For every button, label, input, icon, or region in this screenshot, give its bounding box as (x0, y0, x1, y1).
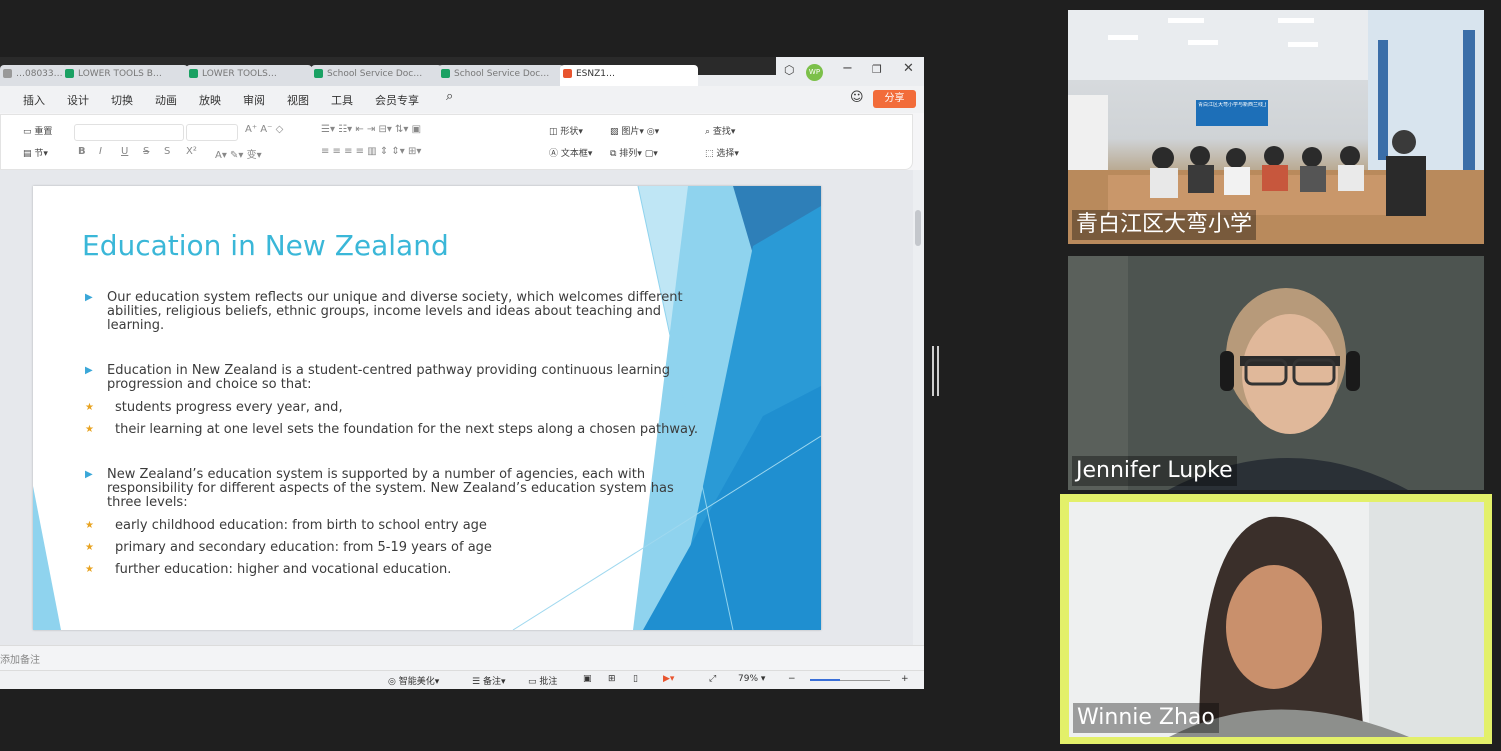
vertical-scrollbar[interactable] (913, 170, 924, 645)
menu-slideshow[interactable]: 放映 (199, 92, 221, 108)
star-bullet-icon: ★ (85, 542, 94, 553)
fit-window-icon[interactable]: ⤢ (709, 674, 716, 684)
zoom-level[interactable]: 79% ▾ (738, 674, 765, 684)
slide-subbullet: ★ their learning at one level sets the f… (85, 422, 698, 437)
grow-font-icon[interactable]: A⁺ A⁻ ◇ (245, 124, 283, 135)
doc-tab[interactable]: School Service Doc… (438, 65, 564, 86)
underline-button[interactable]: U (121, 146, 128, 157)
share-button[interactable]: 分享 (873, 90, 916, 108)
slide-title: Education in New Zealand (82, 229, 449, 262)
shadow-button[interactable]: S (164, 146, 170, 157)
slide-subbullet: ★ early childhood education: from birth … (85, 518, 487, 533)
list-icons[interactable]: ☰▾ ☷▾ ⇤ ⇥ ⊟▾ ⇅▾ ▣ (321, 124, 421, 135)
video-tile-active-speaker[interactable]: Winnie Zhao (1069, 502, 1484, 737)
cube-icon[interactable]: ⬡ (784, 63, 794, 77)
align-icons[interactable]: ≡ ≡ ≡ ≡ ▥ ⇕ ⇕▾ ⊞▾ (321, 146, 421, 157)
restore-icon[interactable]: ❐ (872, 63, 882, 76)
doc-icon (314, 69, 323, 78)
participant-name: 青白江区大弯小学 (1072, 210, 1257, 240)
star-bullet-icon: ★ (85, 424, 94, 435)
scroll-thumb[interactable] (915, 210, 921, 246)
star-bullet-icon: ★ (85, 564, 94, 575)
slide-bullet: ▶ Our education system reflects our uniq… (85, 290, 683, 333)
document-tab-bar: …08033… LOWER TOOLS B… LOWER TOOLS… Scho… (0, 57, 924, 86)
zoom-out-icon[interactable]: − (788, 674, 796, 684)
arrange-button[interactable]: ⧉ 排列▾ ▢▾ (610, 146, 658, 159)
close-icon[interactable]: ✕ (903, 61, 914, 76)
doc-icon (441, 69, 450, 78)
slide-bullet: ▶ Education in New Zealand is a student-… (85, 363, 671, 392)
doc-tab[interactable]: School Service Doc… (311, 65, 442, 86)
reading-view-icon[interactable]: ▯ (633, 674, 638, 684)
doc-icon (65, 69, 74, 78)
person-video-frame (1068, 256, 1484, 490)
classroom-video-frame (1068, 10, 1484, 244)
slide-bullet: ▶ New Zealand’s education system is supp… (85, 467, 674, 510)
play-slideshow-icon[interactable]: ▶▾ (663, 674, 674, 684)
notes-placeholder: 添加备注 (0, 655, 40, 666)
font-size-select[interactable] (186, 124, 238, 141)
menu-tools[interactable]: 工具 (331, 92, 353, 108)
slide-subbullet: ★ students progress every year, and, (85, 400, 343, 415)
doc-icon (3, 69, 12, 78)
doc-tab[interactable]: LOWER TOOLS… (186, 65, 312, 86)
user-avatar[interactable]: WP (806, 64, 823, 81)
slide-sorter-icon[interactable]: ⊞ (608, 674, 616, 684)
reset-button[interactable]: ▭ 重置 (23, 124, 52, 137)
doc-tab-active[interactable]: ESNZ1… (560, 65, 698, 86)
zoom-slider-fill (810, 679, 840, 681)
notes-pane[interactable]: 添加备注 (0, 645, 924, 671)
section-button[interactable]: ▤ 节▾ (23, 146, 48, 159)
italic-button[interactable]: I (99, 146, 102, 157)
menu-animation[interactable]: 动画 (155, 92, 177, 108)
menu-transition[interactable]: 切换 (111, 92, 133, 108)
menu-insert[interactable]: 插入 (23, 92, 45, 108)
doc-icon (189, 69, 198, 78)
picture-button[interactable]: ▨ 图片▾ ◎▾ (610, 124, 659, 137)
shape-button[interactable]: ◫ 形状▾ (549, 124, 583, 137)
strike-button[interactable]: S (143, 146, 149, 157)
triangle-bullet-icon: ▶ (85, 292, 93, 303)
menu-design[interactable]: 设计 (67, 92, 89, 108)
slide-canvas[interactable]: Education in New Zealand ▶ Our education… (33, 186, 821, 630)
triangle-bullet-icon: ▶ (85, 469, 93, 480)
status-bar: ◎ 智能美化▾ ☰ 备注▾ ▭ 批注 ▣ ⊞ ▯ ▶▾ ⤢ 79% ▾ − + (0, 670, 924, 689)
doc-tab[interactable]: …08033… (0, 65, 68, 86)
participant-name: Jennifer Lupke (1072, 456, 1237, 486)
menu-view[interactable]: 视图 (287, 92, 309, 108)
pane-resize-handle[interactable] (932, 346, 940, 396)
slide-subbullet: ★ primary and secondary education: from … (85, 540, 492, 555)
menu-bar: 插入 设计 切换 动画 放映 审阅 视图 工具 会员专享 ⌕ ☺ (0, 86, 924, 113)
menu-review[interactable]: 审阅 (243, 92, 265, 108)
bold-button[interactable]: B (78, 146, 86, 157)
comments-toggle[interactable]: ▭ 批注 (528, 674, 557, 687)
slide-subbullet: ★ further education: higher and vocation… (85, 562, 452, 577)
participant-name: Winnie Zhao (1073, 703, 1219, 733)
person-video-frame (1069, 502, 1484, 737)
search-icon[interactable]: ⌕ (446, 89, 453, 104)
star-bullet-icon: ★ (85, 520, 94, 531)
video-tile[interactable]: 青白江区大弯小学与新西兰线上研讨会 青白江区大弯小学 (1068, 10, 1484, 244)
select-button[interactable]: ⬚ 选择▾ (705, 146, 739, 159)
beautify-button[interactable]: ◎ 智能美化▾ (388, 674, 439, 687)
zoom-in-icon[interactable]: + (901, 674, 909, 684)
star-bullet-icon: ★ (85, 402, 94, 413)
triangle-bullet-icon: ▶ (85, 365, 93, 376)
superscript-button[interactable]: X² (186, 146, 197, 157)
chat-icon[interactable]: ☺ (850, 90, 864, 105)
video-tile[interactable]: Jennifer Lupke (1068, 256, 1484, 490)
font-name-select[interactable] (74, 124, 184, 141)
classroom-banner: 青白江区大弯小学与新西兰线上研讨会 (1198, 102, 1266, 108)
font-color-icon[interactable]: A▾ ✎▾ 变▾ (215, 146, 262, 161)
menu-member[interactable]: 会员专享 (375, 92, 419, 108)
shared-screen: …08033… LOWER TOOLS B… LOWER TOOLS… Scho… (0, 57, 924, 689)
minimize-icon[interactable]: − (842, 61, 853, 76)
find-button[interactable]: ⌕ 查找▾ (705, 124, 735, 137)
ribbon-toolbar: ▭ 重置 ▤ 节▾ A⁺ A⁻ ◇ B I U S S X² A▾ ✎▾ 变▾ … (0, 114, 913, 170)
notes-toggle[interactable]: ☰ 备注▾ (472, 674, 505, 687)
doc-tab[interactable]: LOWER TOOLS B… (62, 65, 188, 86)
textbox-button[interactable]: Ⓐ 文本框▾ (549, 146, 592, 159)
normal-view-icon[interactable]: ▣ (583, 674, 592, 684)
ppt-icon (563, 69, 572, 78)
